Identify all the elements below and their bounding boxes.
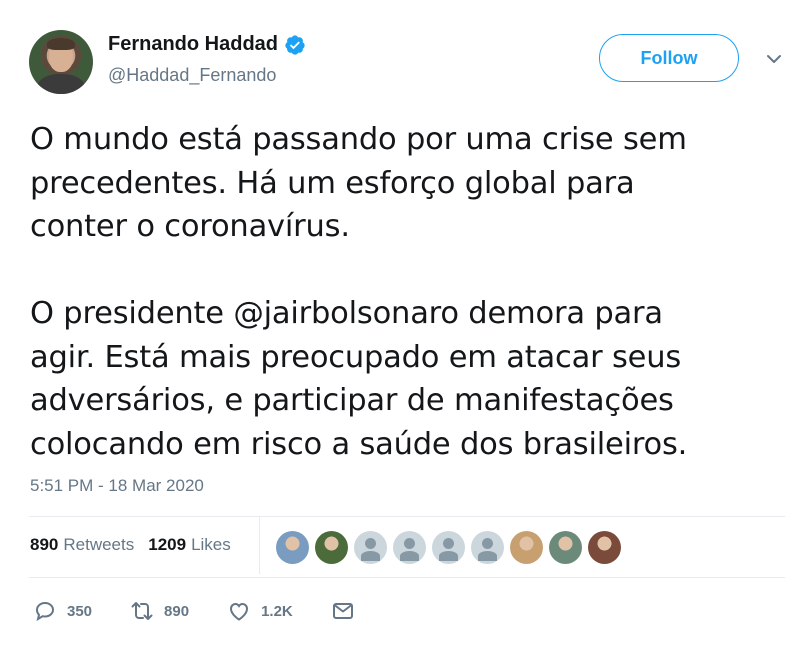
follow-button[interactable]: Follow — [599, 34, 739, 82]
liker-avatar-4[interactable] — [549, 531, 582, 564]
stats-separator — [259, 516, 260, 574]
tweet-timestamp[interactable]: 5:51 PM - 18 Mar 2020 — [30, 476, 204, 496]
author-display-name[interactable]: Fernando Haddad — [108, 33, 278, 56]
retweets-count: 890 — [30, 535, 59, 554]
likes-label: Likes — [191, 535, 231, 554]
likers-avatars — [276, 531, 627, 564]
like-count: 1.2K — [261, 602, 293, 620]
like-button[interactable]: 1.2K — [227, 599, 293, 623]
retweets-label: Retweets — [63, 535, 135, 554]
liker-avatar-1[interactable] — [276, 531, 309, 564]
likes-count: 1209 — [148, 535, 187, 554]
liker-avatar-default-1[interactable] — [354, 531, 387, 564]
tweet-paragraph-2: O presidente @jairbolsonaro demora para … — [30, 296, 688, 462]
liker-avatar-3[interactable] — [510, 531, 543, 564]
author-handle[interactable]: @Haddad_Fernando — [108, 65, 276, 86]
retweets-stat[interactable]: 890 Retweets — [30, 535, 134, 555]
liker-avatar-default-4[interactable] — [471, 531, 504, 564]
reply-button[interactable]: 350 — [33, 599, 92, 623]
reply-count: 350 — [67, 602, 93, 620]
divider-bottom — [29, 577, 785, 578]
tweet-header: Fernando Haddad @Haddad_Fernando Follow — [29, 29, 789, 95]
divider-top — [29, 516, 785, 517]
verified-badge-icon — [284, 34, 306, 56]
liker-avatar-default-3[interactable] — [432, 531, 465, 564]
retweet-button[interactable]: 890 — [130, 599, 189, 623]
author-avatar[interactable] — [29, 30, 93, 94]
tweet-stats: 890 Retweets 1209 Likes — [30, 527, 245, 563]
retweet-count: 890 — [164, 602, 190, 620]
retweet-icon — [131, 602, 153, 620]
likes-stat[interactable]: 1209 Likes — [148, 535, 231, 555]
liker-avatar-2[interactable] — [315, 531, 348, 564]
liker-avatar-default-2[interactable] — [393, 531, 426, 564]
reply-icon — [35, 601, 55, 622]
tweet-text: O mundo está passando por uma crise sem … — [30, 118, 790, 466]
chevron-down-icon[interactable] — [764, 49, 784, 69]
direct-message-button[interactable] — [331, 599, 365, 623]
heart-icon — [230, 602, 249, 621]
author-name-row: Fernando Haddad — [108, 33, 306, 56]
liker-avatar-5[interactable] — [588, 531, 621, 564]
envelope-icon — [332, 603, 353, 619]
tweet-paragraph-1: O mundo está passando por uma crise sem … — [30, 122, 687, 244]
tweet-actions: 350 890 1.2K — [33, 597, 403, 625]
